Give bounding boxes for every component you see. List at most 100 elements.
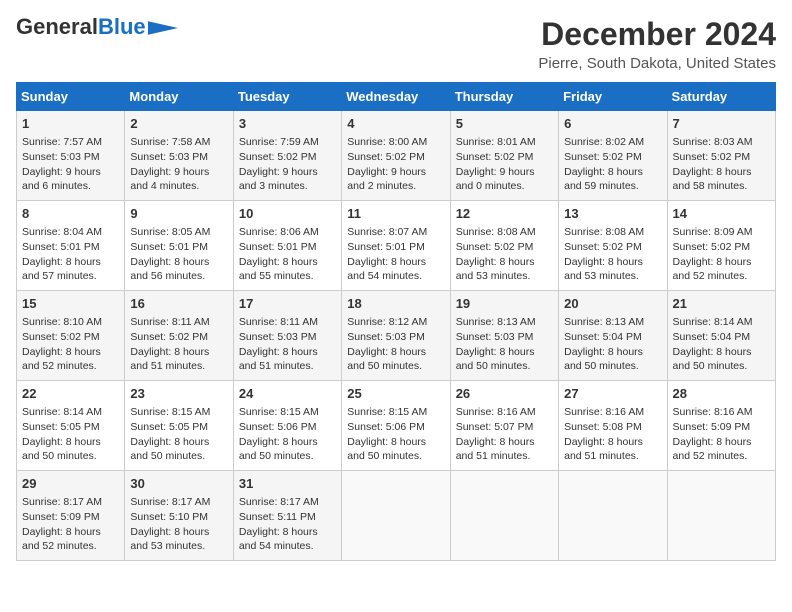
title-area: December 2024 Pierre, South Dakota, Unit… [538,16,776,72]
logo-text: GeneralBlue [16,16,146,38]
day-info: Sunrise: 8:07 AMSunset: 5:01 PMDaylight:… [347,225,444,284]
day-number: 14 [673,205,770,223]
day-number: 22 [22,385,119,403]
day-info: Sunrise: 8:04 AMSunset: 5:01 PMDaylight:… [22,225,119,284]
day-number: 18 [347,295,444,313]
day-number: 20 [564,295,661,313]
day-number: 27 [564,385,661,403]
day-info: Sunrise: 8:05 AMSunset: 5:01 PMDaylight:… [130,225,227,284]
calendar-week-row: 1Sunrise: 7:57 AMSunset: 5:03 PMDaylight… [17,111,776,201]
weekday-header: Monday [125,83,233,111]
main-title: December 2024 [538,16,776,53]
calendar-day-cell: 27 Sunrise: 8:16 AMSunset: 5:08 PMDayligh… [559,381,667,471]
day-number: 13 [564,205,661,223]
calendar-day-cell: 10 Sunrise: 8:06 AMSunset: 5:01 PMDayligh… [233,201,341,291]
day-info: Sunrise: 8:16 AMSunset: 5:07 PMDaylight:… [456,405,553,464]
day-number: 7 [673,115,770,133]
calendar-day-cell: 8 Sunrise: 8:04 AMSunset: 5:01 PMDaylight… [17,201,125,291]
weekday-header: Saturday [667,83,775,111]
day-info: Sunrise: 8:13 AMSunset: 5:04 PMDaylight:… [564,315,661,374]
calendar-day-cell: 28Sunrise: 8:16 AMSunset: 5:09 PMDayligh… [667,381,775,471]
day-info: Sunrise: 8:14 AMSunset: 5:05 PMDaylight:… [22,405,119,464]
calendar-day-cell: 29 Sunrise: 8:17 AMSunset: 5:09 PMDayligh… [17,471,125,561]
day-number: 5 [456,115,553,133]
day-info: Sunrise: 8:11 AMSunset: 5:02 PMDaylight:… [130,315,227,374]
calendar-day-cell: 14 Sunrise: 8:09 AMSunset: 5:02 PMDayligh… [667,201,775,291]
calendar-day-cell: 24 Sunrise: 8:15 AMSunset: 5:06 PMDayligh… [233,381,341,471]
calendar-week-row: 22 Sunrise: 8:14 AMSunset: 5:05 PMDayligh… [17,381,776,471]
day-number: 12 [456,205,553,223]
day-number: 19 [456,295,553,313]
day-number: 31 [239,475,336,493]
calendar-day-cell: 16 Sunrise: 8:11 AMSunset: 5:02 PMDayligh… [125,291,233,381]
day-info: Sunrise: 8:16 AMSunset: 5:08 PMDaylight:… [564,405,661,464]
day-number: 11 [347,205,444,223]
day-info: Sunrise: 8:13 AMSunset: 5:03 PMDaylight:… [456,315,553,374]
day-info: Sunrise: 8:01 AMSunset: 5:02 PMDaylight:… [456,135,553,194]
header: GeneralBlue December 2024 Pierre, South … [16,16,776,72]
weekday-header: Tuesday [233,83,341,111]
day-number: 29 [22,475,119,493]
weekday-header: Thursday [450,83,558,111]
day-number: 10 [239,205,336,223]
calendar-table: SundayMondayTuesdayWednesdayThursdayFrid… [16,82,776,561]
calendar-day-cell: 20 Sunrise: 8:13 AMSunset: 5:04 PMDayligh… [559,291,667,381]
calendar-day-cell: 9Sunrise: 8:05 AMSunset: 5:01 PMDaylight… [125,201,233,291]
day-info: Sunrise: 8:17 AMSunset: 5:09 PMDaylight:… [22,495,119,554]
day-number: 3 [239,115,336,133]
day-number: 26 [456,385,553,403]
calendar-day-cell: 31 Sunrise: 8:17 AMSunset: 5:11 PMDayligh… [233,471,341,561]
day-number: 23 [130,385,227,403]
day-info: Sunrise: 8:12 AMSunset: 5:03 PMDaylight:… [347,315,444,374]
calendar-day-cell: 13Sunrise: 8:08 AMSunset: 5:02 PMDayligh… [559,201,667,291]
day-number: 8 [22,205,119,223]
calendar-day-cell: 23 Sunrise: 8:15 AMSunset: 5:05 PMDayligh… [125,381,233,471]
day-info: Sunrise: 8:16 AMSunset: 5:09 PMDaylight:… [673,405,770,464]
subtitle: Pierre, South Dakota, United States [538,55,776,72]
calendar-body: 1Sunrise: 7:57 AMSunset: 5:03 PMDaylight… [17,111,776,561]
day-info: Sunrise: 7:58 AMSunset: 5:03 PMDaylight:… [130,135,227,194]
day-info: Sunrise: 8:00 AMSunset: 5:02 PMDaylight:… [347,135,444,194]
calendar-day-cell: 25Sunrise: 8:15 AMSunset: 5:06 PMDayligh… [342,381,450,471]
calendar-week-row: 15Sunrise: 8:10 AMSunset: 5:02 PMDayligh… [17,291,776,381]
day-number: 6 [564,115,661,133]
calendar-header: SundayMondayTuesdayWednesdayThursdayFrid… [17,83,776,111]
day-number: 2 [130,115,227,133]
day-number: 24 [239,385,336,403]
day-info: Sunrise: 8:15 AMSunset: 5:05 PMDaylight:… [130,405,227,464]
day-number: 17 [239,295,336,313]
day-info: Sunrise: 8:03 AMSunset: 5:02 PMDaylight:… [673,135,770,194]
day-number: 1 [22,115,119,133]
calendar-day-cell: 19 Sunrise: 8:13 AMSunset: 5:03 PMDayligh… [450,291,558,381]
calendar-day-cell: 11 Sunrise: 8:07 AMSunset: 5:01 PMDayligh… [342,201,450,291]
calendar-day-cell: 6Sunrise: 8:02 AMSunset: 5:02 PMDaylight… [559,111,667,201]
calendar-day-cell: 4 Sunrise: 8:00 AMSunset: 5:02 PMDaylight… [342,111,450,201]
calendar-day-cell: 30Sunrise: 8:17 AMSunset: 5:10 PMDayligh… [125,471,233,561]
calendar-day-cell [450,471,558,561]
day-info: Sunrise: 8:15 AMSunset: 5:06 PMDaylight:… [239,405,336,464]
day-info: Sunrise: 8:14 AMSunset: 5:04 PMDaylight:… [673,315,770,374]
calendar-day-cell: 15Sunrise: 8:10 AMSunset: 5:02 PMDayligh… [17,291,125,381]
day-info: Sunrise: 8:17 AMSunset: 5:11 PMDaylight:… [239,495,336,554]
day-number: 21 [673,295,770,313]
logo: GeneralBlue [16,16,178,38]
day-info: Sunrise: 8:08 AMSunset: 5:02 PMDaylight:… [456,225,553,284]
weekday-header: Wednesday [342,83,450,111]
calendar-week-row: 8 Sunrise: 8:04 AMSunset: 5:01 PMDaylight… [17,201,776,291]
day-info: Sunrise: 8:09 AMSunset: 5:02 PMDaylight:… [673,225,770,284]
weekday-header: Sunday [17,83,125,111]
day-number: 4 [347,115,444,133]
weekday-header-row: SundayMondayTuesdayWednesdayThursdayFrid… [17,83,776,111]
day-info: Sunrise: 8:06 AMSunset: 5:01 PMDaylight:… [239,225,336,284]
calendar-day-cell [559,471,667,561]
day-number: 30 [130,475,227,493]
calendar-day-cell: 26 Sunrise: 8:16 AMSunset: 5:07 PMDayligh… [450,381,558,471]
day-info: Sunrise: 8:15 AMSunset: 5:06 PMDaylight:… [347,405,444,464]
calendar-day-cell: 18 Sunrise: 8:12 AMSunset: 5:03 PMDayligh… [342,291,450,381]
day-info: Sunrise: 7:59 AMSunset: 5:02 PMDaylight:… [239,135,336,194]
calendar-week-row: 29 Sunrise: 8:17 AMSunset: 5:09 PMDayligh… [17,471,776,561]
calendar-day-cell: 5 Sunrise: 8:01 AMSunset: 5:02 PMDaylight… [450,111,558,201]
day-number: 15 [22,295,119,313]
logo-icon [148,21,178,35]
day-number: 16 [130,295,227,313]
